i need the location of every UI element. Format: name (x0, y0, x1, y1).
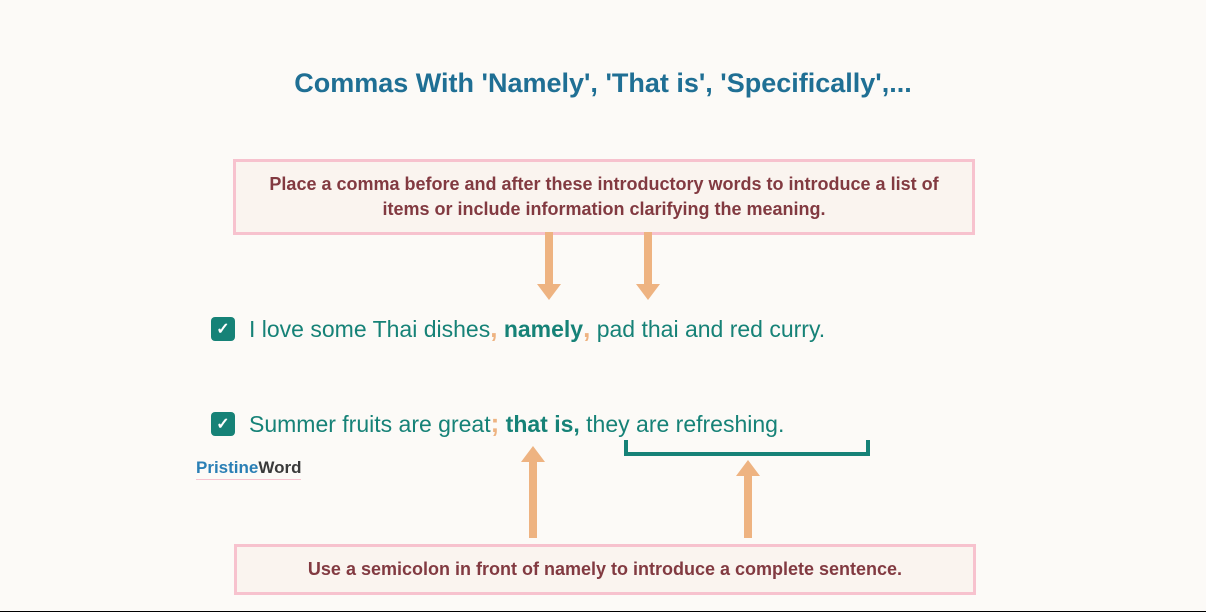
example-text: Summer fruits are great; that is, they a… (249, 408, 784, 439)
keyword: namely (497, 316, 583, 342)
example-row: ✓ I love some Thai dishes, namely, pad t… (211, 313, 825, 344)
arrow-down-icon (636, 232, 660, 300)
logo: PristineWord (196, 458, 301, 480)
text-pre: Summer fruits are great (249, 411, 491, 437)
keyword: that is, (499, 411, 580, 437)
check-icon: ✓ (211, 317, 235, 341)
arrow-up-icon (736, 460, 760, 538)
semicolon: ; (491, 408, 500, 438)
rule-box-top: Place a comma before and after these int… (233, 159, 975, 235)
arrow-up-icon (521, 446, 545, 538)
logo-part-1: Pristine (196, 458, 258, 477)
rule-box-bottom: Use a semicolon in front of namely to in… (234, 544, 976, 595)
check-icon: ✓ (211, 412, 235, 436)
example-row: ✓ Summer fruits are great; that is, they… (211, 408, 784, 439)
arrow-down-icon (537, 232, 561, 300)
underline-bracket (624, 440, 870, 456)
text-pre: I love some Thai dishes (249, 316, 490, 342)
example-text: I love some Thai dishes, namely, pad tha… (249, 313, 825, 344)
logo-part-2: Word (258, 458, 301, 477)
text-post: pad thai and red curry. (590, 316, 825, 342)
text-post: they are refreshing. (580, 411, 785, 437)
page-title: Commas With 'Namely', 'That is', 'Specif… (0, 68, 1206, 99)
